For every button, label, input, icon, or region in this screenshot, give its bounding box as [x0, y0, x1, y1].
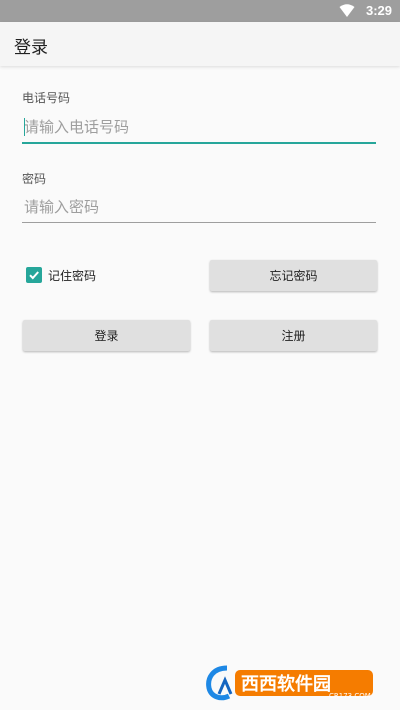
- app-bar: 登录: [0, 22, 400, 66]
- watermark-text: 西西软件园: [241, 673, 331, 695]
- remember-password-label: 记住密码: [48, 268, 97, 283]
- status-time: 3:29: [365, 3, 392, 18]
- forgot-password-button[interactable]: 忘记密码: [210, 260, 377, 291]
- register-button[interactable]: 注册: [210, 320, 377, 351]
- phone-field[interactable]: [22, 114, 378, 144]
- remember-password-checkbox[interactable]: [26, 267, 42, 283]
- watermark-logo: 西西软件园 CR173.COM: [206, 665, 373, 701]
- checkmark-icon: [29, 271, 39, 280]
- watermark-sub: CR173.COM: [329, 692, 371, 700]
- password-field[interactable]: [22, 194, 378, 223]
- page-title: 登录: [14, 38, 48, 58]
- remember-password-row[interactable]: 记住密码: [26, 265, 96, 285]
- password-label: 密码: [22, 172, 47, 186]
- login-button[interactable]: 登录: [23, 320, 190, 351]
- status-bar: 3:29: [0, 0, 400, 22]
- text-cursor: [24, 118, 25, 136]
- password-input[interactable]: [22, 194, 378, 220]
- phone-input[interactable]: [22, 114, 378, 140]
- phone-label: 电话号码: [22, 91, 71, 105]
- wifi-icon: [339, 4, 355, 17]
